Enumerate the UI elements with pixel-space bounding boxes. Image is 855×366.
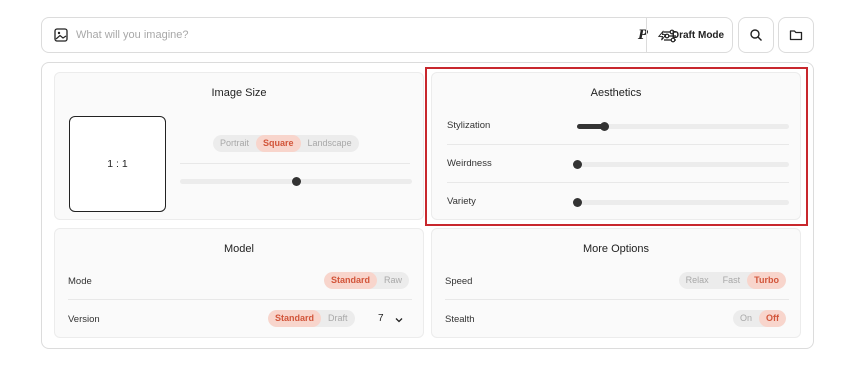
stealth-label: Stealth [445,314,475,325]
divider [180,163,410,164]
search-button[interactable] [738,17,774,53]
more-options-title: More Options [582,243,650,255]
stealth-option-on[interactable]: On [733,310,759,327]
mode-toggle: Standard Raw [323,272,409,289]
settings-panel: Image Size 1 : 1 Portrait Square Landsca… [41,62,814,349]
stylization-label: Stylization [447,120,491,131]
stealth-toggle: On Off [732,310,786,327]
weirdness-label: Weirdness [447,158,492,169]
weirdness-slider-handle[interactable] [572,160,582,169]
model-card: Model Mode Standard Raw Version Standard… [54,228,424,338]
version-label: Version [68,314,100,325]
option-portrait[interactable]: Portrait [213,135,256,152]
divider [445,299,789,300]
version-option-draft[interactable]: Draft [321,310,355,327]
version-toggle: Standard Draft [268,310,355,327]
aesthetics-card: Aesthetics Stylization Weirdness Variety [431,72,801,220]
folder-button[interactable] [778,17,814,53]
aesthetics-title: Aesthetics [590,87,642,99]
prompt-input[interactable] [76,25,556,45]
option-landscape[interactable]: Landscape [301,135,359,152]
more-options-card: More Options Speed Relax Fast Turbo Stea… [431,228,801,338]
aspect-ratio-preview[interactable]: 1 : 1 [69,116,166,212]
search-icon [750,29,762,41]
draft-mode-label: Draft Mode [671,29,725,41]
aspect-ratio-label: 1 : 1 [107,158,128,170]
version-option-standard[interactable]: Standard [268,310,322,327]
option-square[interactable]: Square [256,135,301,152]
stylization-slider-handle[interactable] [600,122,610,131]
chevron-down-icon[interactable] [394,315,404,325]
image-size-toggle: Portrait Square Landscape [213,135,359,152]
stealth-option-off[interactable]: Off [759,310,786,327]
variety-slider-track[interactable] [577,200,789,205]
image-size-title: Image Size [211,87,267,99]
size-slider-handle[interactable] [291,177,301,186]
variety-slider-handle[interactable] [572,198,582,207]
version-number[interactable]: 7 [378,313,384,324]
model-title: Model [224,243,254,255]
speed-option-turbo[interactable]: Turbo [747,272,786,289]
speed-option-fast[interactable]: Fast [716,272,748,289]
speed-option-relax[interactable]: Relax [679,272,716,289]
prompt-bar: P Draft Mode [41,17,733,53]
mode-label: Mode [68,276,92,287]
variety-label: Variety [447,196,476,207]
image-size-card: Image Size 1 : 1 Portrait Square Landsca… [54,72,424,220]
image-icon[interactable] [54,28,68,42]
mode-option-standard[interactable]: Standard [323,272,377,289]
divider [447,144,789,145]
weirdness-slider-track[interactable] [577,162,789,167]
divider [447,182,789,183]
speed-toggle: Relax Fast Turbo [678,272,786,289]
draft-mode-button[interactable]: Draft Mode [646,17,734,53]
speed-label: Speed [445,276,473,287]
divider [68,299,412,300]
lightning-icon [657,30,668,40]
mode-option-raw[interactable]: Raw [377,272,409,289]
folder-icon [789,30,803,41]
